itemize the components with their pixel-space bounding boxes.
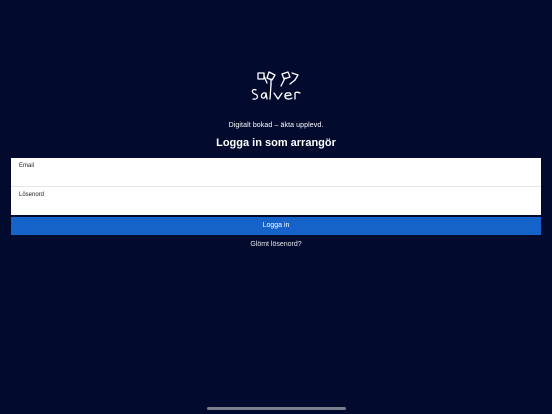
page-title: Logga in som arrangör xyxy=(216,137,336,149)
password-label: Lösenord xyxy=(19,192,45,198)
password-field[interactable]: Lösenord xyxy=(11,187,541,215)
password-input[interactable] xyxy=(19,200,533,212)
email-input[interactable] xyxy=(19,171,533,183)
home-indicator[interactable] xyxy=(207,407,346,410)
salver-logo-icon xyxy=(248,70,304,106)
forgot-password-link[interactable]: Glömt lösenord? xyxy=(0,241,552,248)
login-screen: Digitalt bokad – äkta upplevd. Logga in … xyxy=(0,0,552,414)
email-field[interactable]: Email xyxy=(11,158,541,186)
login-form: Email Lösenord xyxy=(11,158,541,215)
login-button[interactable]: Logga in xyxy=(11,217,541,235)
email-label: Email xyxy=(19,163,35,169)
tagline: Digitalt bokad – äkta upplevd. xyxy=(228,122,324,129)
